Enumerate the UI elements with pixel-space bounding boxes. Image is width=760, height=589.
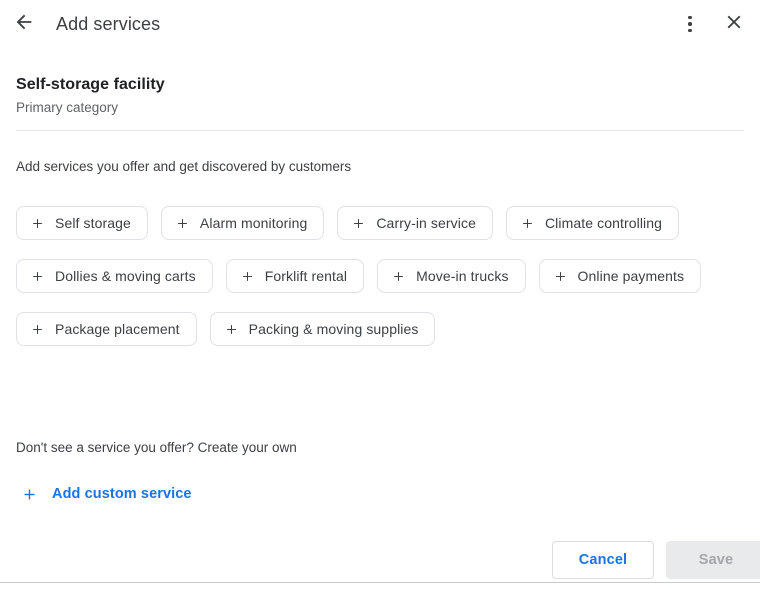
plus-icon bbox=[240, 269, 255, 284]
service-chip-label: Dollies & moving carts bbox=[55, 268, 196, 284]
plus-icon bbox=[224, 322, 239, 337]
plus-icon bbox=[30, 269, 45, 284]
service-chip-label: Self storage bbox=[55, 215, 131, 231]
service-chip-label: Alarm monitoring bbox=[199, 215, 308, 231]
plus-icon bbox=[175, 216, 190, 231]
add-custom-service-button[interactable]: Add custom service bbox=[21, 481, 192, 507]
service-chip-label: Online payments bbox=[577, 268, 685, 284]
service-chip-label: Package placement bbox=[55, 321, 180, 337]
category-name: Self-storage facility bbox=[16, 76, 165, 93]
service-chip-list: Self storage Alarm monitoring Carry-in ser… bbox=[16, 206, 746, 346]
service-chip[interactable]: Carry-in service bbox=[337, 206, 493, 240]
plus-icon bbox=[351, 216, 366, 231]
custom-service-note: Don't see a service you offer? Create yo… bbox=[16, 440, 297, 455]
cancel-button[interactable]: Cancel bbox=[552, 541, 654, 579]
service-chip[interactable]: Climate controlling bbox=[505, 206, 680, 240]
service-chip-label: Climate controlling bbox=[544, 215, 663, 231]
footer-divider bbox=[0, 582, 760, 583]
service-chip-label: Packing & moving supplies bbox=[248, 321, 419, 337]
plus-icon bbox=[391, 269, 406, 284]
service-chip[interactable]: Self storage bbox=[16, 206, 148, 240]
service-chip[interactable]: Alarm monitoring bbox=[160, 206, 325, 240]
service-chip-label: Move-in trucks bbox=[416, 268, 509, 284]
header-actions bbox=[674, 8, 750, 40]
header-divider bbox=[16, 130, 744, 131]
plus-icon bbox=[520, 216, 535, 231]
close-icon bbox=[723, 11, 745, 38]
plus-icon bbox=[553, 269, 568, 284]
category-subtitle: Primary category bbox=[16, 100, 119, 115]
service-chip[interactable]: Forklift rental bbox=[225, 259, 365, 293]
page-title: Add services bbox=[56, 14, 161, 34]
service-chip[interactable]: Online payments bbox=[538, 259, 702, 293]
service-chip[interactable]: Package placement bbox=[16, 312, 197, 346]
dot bbox=[688, 15, 692, 20]
service-chip[interactable]: Dollies & moving carts bbox=[16, 259, 213, 293]
plus-icon bbox=[30, 322, 45, 337]
back-arrow-icon bbox=[13, 11, 35, 38]
back-button[interactable] bbox=[8, 8, 40, 40]
dot bbox=[688, 28, 692, 33]
more-options-button[interactable] bbox=[674, 8, 706, 40]
plus-icon bbox=[30, 216, 45, 231]
service-chip[interactable]: Packing & moving supplies bbox=[209, 312, 436, 346]
service-chip-label: Carry-in service bbox=[376, 215, 476, 231]
save-button: Save bbox=[666, 541, 760, 579]
service-chip-label: Forklift rental bbox=[264, 268, 348, 284]
plus-icon bbox=[21, 486, 38, 503]
add-custom-service-label: Add custom service bbox=[52, 486, 192, 502]
category-block: Self-storage facility Primary category bbox=[16, 74, 165, 117]
more-vert-icon bbox=[688, 15, 692, 33]
dot bbox=[688, 22, 692, 26]
close-button[interactable] bbox=[718, 8, 750, 40]
dialog-header: Add services bbox=[0, 0, 760, 48]
add-services-dialog: Add services Self-storage facility Prima bbox=[0, 0, 760, 589]
body-subtitle: Add services you offer and get discovere… bbox=[16, 159, 352, 174]
service-chip[interactable]: Move-in trucks bbox=[377, 259, 526, 293]
